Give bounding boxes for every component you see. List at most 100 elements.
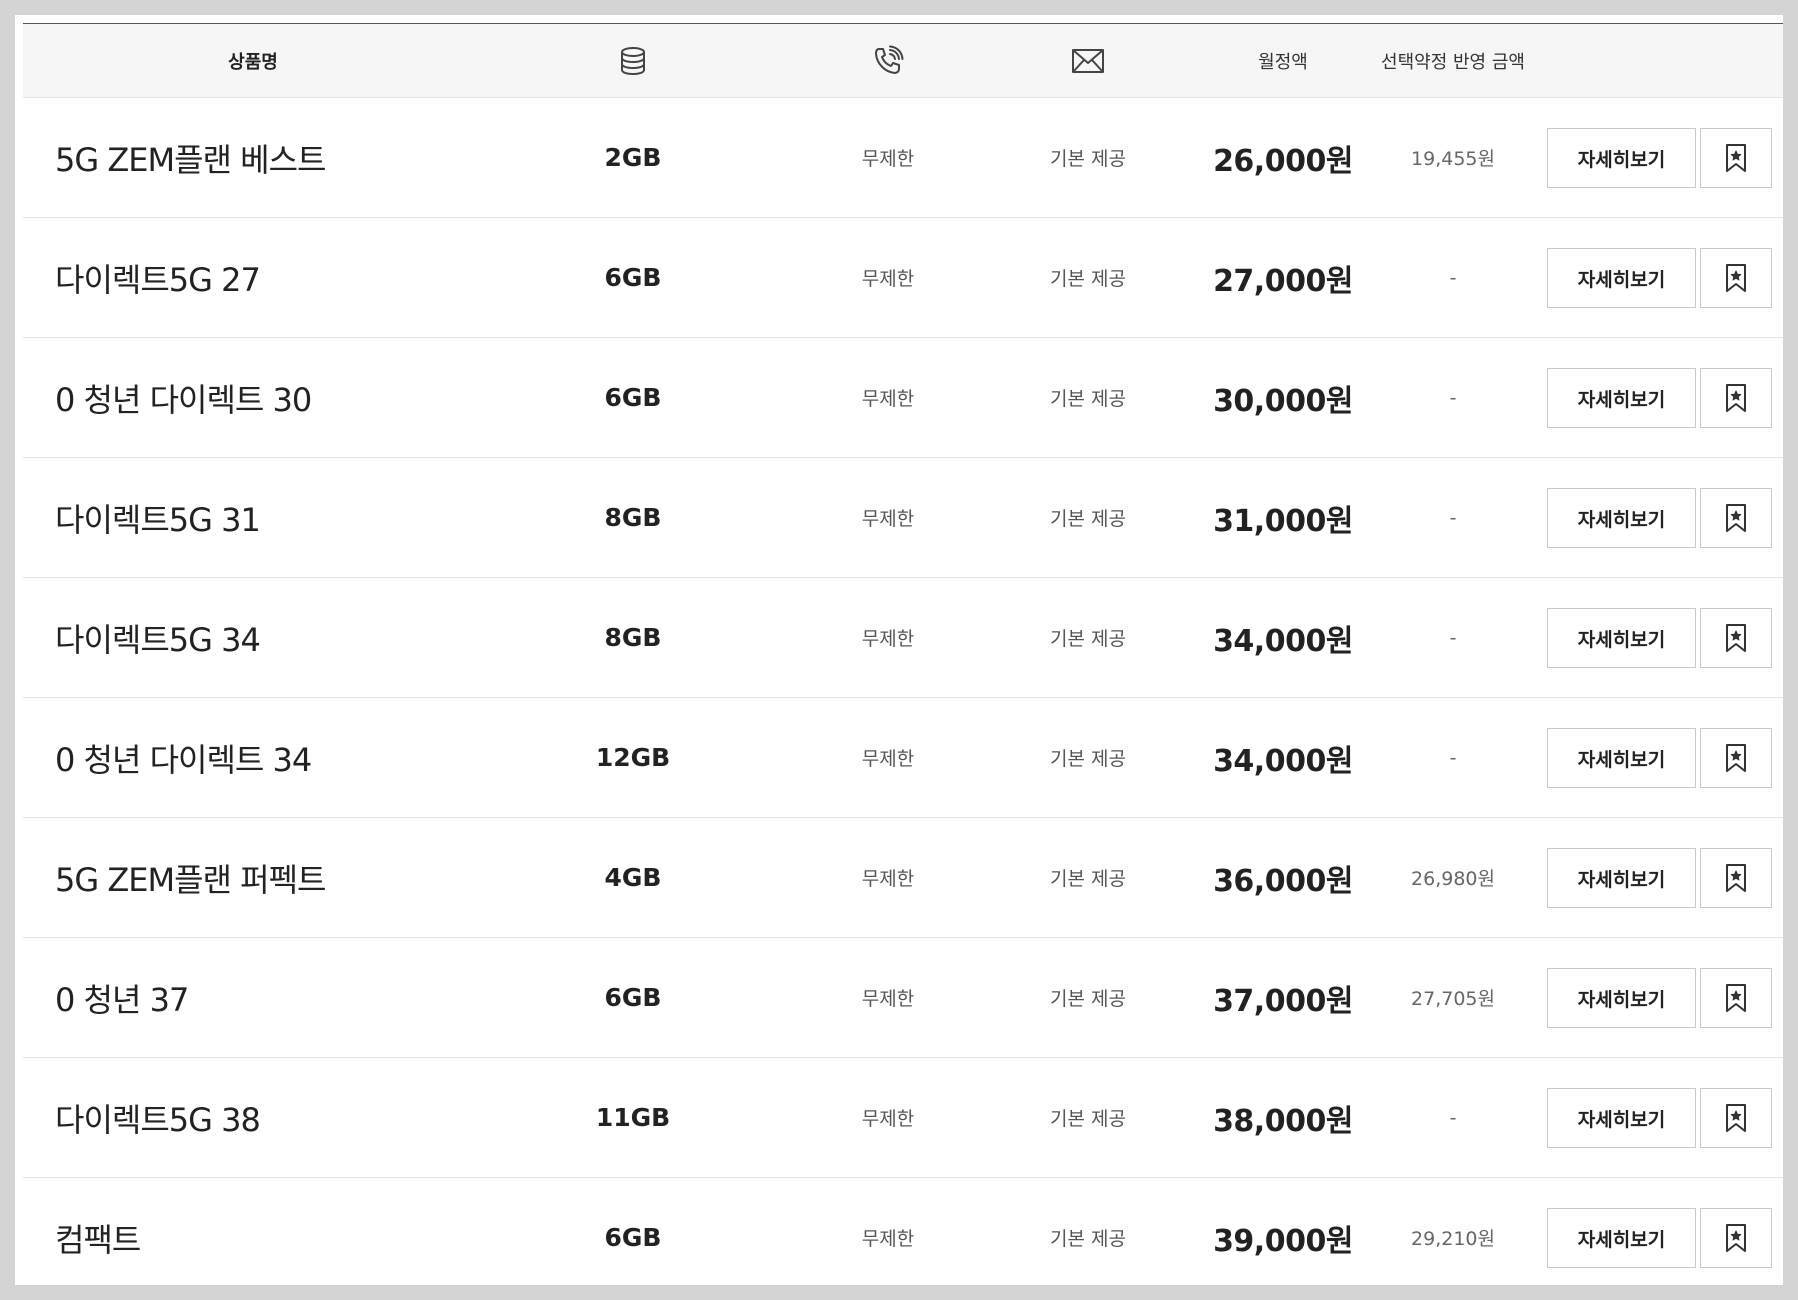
plan-name-cell: 0 청년 다이렉트 30 (23, 338, 533, 457)
detail-button[interactable]: 자세히보기 (1547, 608, 1696, 668)
plan-voice-cell: 무제한 (783, 218, 993, 337)
plan-name: 다이렉트5G 27 (55, 260, 261, 299)
bookmark-star-icon (1724, 503, 1748, 533)
plan-voice: 무제한 (861, 268, 915, 290)
plan-data-cell: 2GB (533, 98, 733, 217)
detail-button[interactable]: 자세히보기 (1547, 488, 1696, 548)
plan-message-cell: 기본 제공 (983, 1058, 1193, 1177)
bookmark-button[interactable] (1700, 1088, 1772, 1148)
plan-selective-price-cell: - (1348, 578, 1558, 697)
bookmark-button[interactable] (1700, 128, 1772, 188)
table-body: 5G ZEM플랜 베스트 2GB 무제한 기본 제공 26,000원 19,45… (23, 98, 1783, 1285)
plan-price: 36,000원 (1213, 863, 1353, 899)
plan-message-cell: 기본 제공 (983, 698, 1193, 817)
plan-voice: 무제한 (861, 988, 915, 1010)
bookmark-button[interactable] (1700, 608, 1772, 668)
plan-name-cell: 다이렉트5G 38 (23, 1058, 533, 1177)
plan-data-cell: 8GB (533, 578, 733, 697)
plan-voice: 무제한 (861, 1228, 915, 1250)
plan-data-cell: 12GB (533, 698, 733, 817)
plan-price-cell: 30,000원 (1193, 338, 1373, 457)
plan-message: 기본 제공 (1050, 148, 1126, 170)
detail-button[interactable]: 자세히보기 (1547, 128, 1696, 188)
detail-button[interactable]: 자세히보기 (1547, 728, 1696, 788)
plan-voice: 무제한 (861, 628, 915, 650)
plan-price-cell: 36,000원 (1193, 818, 1373, 937)
plan-voice-cell: 무제한 (783, 338, 993, 457)
plan-voice-cell: 무제한 (783, 578, 993, 697)
plan-data: 8GB (604, 503, 662, 532)
header-selective-price: 선택약정 반영 금액 (1381, 51, 1525, 73)
plan-name-cell: 컴팩트 (23, 1178, 533, 1285)
detail-button[interactable]: 자세히보기 (1547, 248, 1696, 308)
bookmark-button[interactable] (1700, 848, 1772, 908)
table-row: 다이렉트5G 34 8GB 무제한 기본 제공 34,000원 - 자세히보기 (23, 578, 1783, 698)
plan-selective-price-cell: - (1348, 1058, 1558, 1177)
plan-selective-price: - (1449, 746, 1457, 769)
table-row: 다이렉트5G 31 8GB 무제한 기본 제공 31,000원 - 자세히보기 (23, 458, 1783, 578)
bookmark-button[interactable] (1700, 968, 1772, 1028)
bookmark-button[interactable] (1700, 368, 1772, 428)
table-row: 5G ZEM플랜 퍼펙트 4GB 무제한 기본 제공 36,000원 26,98… (23, 818, 1783, 938)
header-data (533, 24, 733, 97)
plan-message-cell: 기본 제공 (983, 338, 1193, 457)
plan-price-cell: 27,000원 (1193, 218, 1373, 337)
plan-data-cell: 6GB (533, 218, 733, 337)
database-icon (619, 46, 647, 76)
plan-selective-price-cell: 19,455원 (1348, 98, 1558, 217)
plan-name: 0 청년 다이렉트 30 (55, 380, 312, 419)
header-voice (783, 24, 993, 97)
plan-voice: 무제한 (861, 508, 915, 530)
detail-button[interactable]: 자세히보기 (1547, 1088, 1696, 1148)
table-row: 0 청년 다이렉트 30 6GB 무제한 기본 제공 30,000원 - 자세히… (23, 338, 1783, 458)
plan-message: 기본 제공 (1050, 268, 1126, 290)
plan-message: 기본 제공 (1050, 988, 1126, 1010)
plan-name-cell: 0 청년 다이렉트 34 (23, 698, 533, 817)
plan-price-cell: 34,000원 (1193, 578, 1373, 697)
bookmark-button[interactable] (1700, 1208, 1772, 1268)
table-header: 상품명 월정액 선택약정 반영 금액 (23, 23, 1783, 98)
plan-voice-cell: 무제한 (783, 1058, 993, 1177)
detail-button[interactable]: 자세히보기 (1547, 968, 1696, 1028)
table-row: 0 청년 다이렉트 34 12GB 무제한 기본 제공 34,000원 - 자세… (23, 698, 1783, 818)
plan-price-cell: 26,000원 (1193, 98, 1373, 217)
bookmark-star-icon (1724, 263, 1748, 293)
plan-voice-cell: 무제한 (783, 98, 993, 217)
plan-data-cell: 6GB (533, 338, 733, 457)
plan-selective-price-cell: - (1348, 698, 1558, 817)
plan-name: 0 청년 다이렉트 34 (55, 740, 312, 779)
bookmark-button[interactable] (1700, 248, 1772, 308)
plan-price: 30,000원 (1213, 383, 1353, 419)
plan-voice: 무제한 (861, 388, 915, 410)
plan-data-cell: 6GB (533, 938, 733, 1057)
plan-voice-cell: 무제한 (783, 1178, 993, 1285)
bookmark-button[interactable] (1700, 728, 1772, 788)
plan-price-cell: 39,000원 (1193, 1178, 1373, 1285)
plan-message: 기본 제공 (1050, 868, 1126, 890)
plan-name-cell: 5G ZEM플랜 베스트 (23, 98, 533, 217)
detail-button[interactable]: 자세히보기 (1547, 848, 1696, 908)
bookmark-star-icon (1724, 983, 1748, 1013)
detail-button[interactable]: 자세히보기 (1547, 368, 1696, 428)
plan-name-cell: 다이렉트5G 27 (23, 218, 533, 337)
plan-message-cell: 기본 제공 (983, 1178, 1193, 1285)
table-row: 다이렉트5G 27 6GB 무제한 기본 제공 27,000원 - 자세히보기 (23, 218, 1783, 338)
plan-voice: 무제한 (861, 148, 915, 170)
plan-data: 8GB (604, 623, 662, 652)
plan-data: 6GB (604, 1223, 662, 1252)
bookmark-button[interactable] (1700, 488, 1772, 548)
plan-price-cell: 38,000원 (1193, 1058, 1373, 1177)
plan-data: 12GB (595, 743, 671, 772)
bookmark-star-icon (1724, 1223, 1748, 1253)
plan-message: 기본 제공 (1050, 508, 1126, 530)
plan-voice: 무제한 (861, 1108, 915, 1130)
bookmark-star-icon (1724, 743, 1748, 773)
bookmark-star-icon (1724, 1103, 1748, 1133)
plan-name: 0 청년 37 (55, 980, 189, 1019)
plan-selective-price-cell: 27,705원 (1348, 938, 1558, 1057)
plan-price: 34,000원 (1213, 743, 1353, 779)
plan-selective-price: 27,705원 (1411, 988, 1495, 1010)
plan-voice-cell: 무제한 (783, 698, 993, 817)
detail-button[interactable]: 자세히보기 (1547, 1208, 1696, 1268)
plan-name: 다이렉트5G 34 (55, 620, 261, 659)
